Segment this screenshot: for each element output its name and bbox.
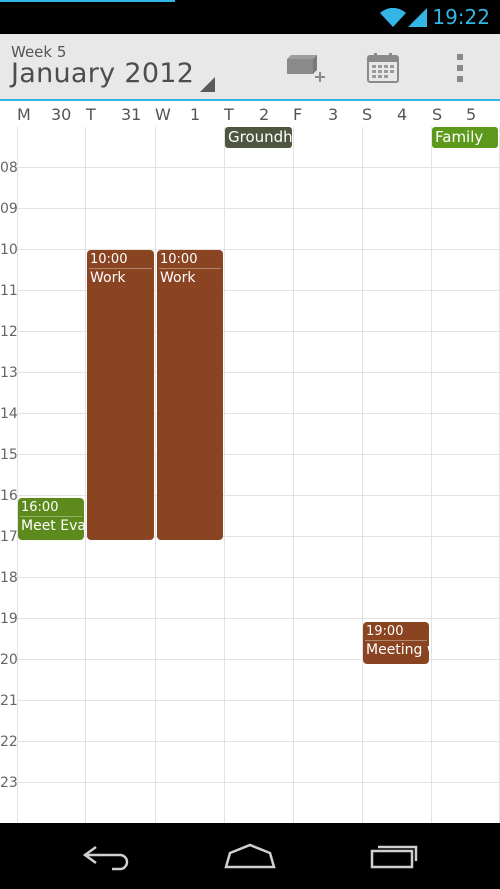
grid-column-line [224,127,225,823]
grid-column-line [431,127,432,823]
status-bar: 19:22 [0,0,500,34]
day-header-dow: T [86,105,96,124]
hour-label: 11 [0,283,18,299]
event-time: 16:00 [21,500,59,515]
hour-label: 13 [0,365,18,381]
hour-label: 14 [0,406,18,422]
day-header-date: 2 [259,105,270,124]
back-button[interactable] [82,841,132,875]
day-header-dow: W [155,105,171,124]
day-header-dow: S [362,105,373,124]
dropdown-caret-icon [200,77,215,92]
event-time: 19:00 [366,624,404,639]
recent-apps-icon [370,845,418,869]
grid-hour-line [17,167,500,168]
day-header-date: 30 [51,105,72,124]
hour-label: 22 [0,734,18,750]
event-block[interactable]: 10:00 Work [157,250,223,540]
event-title: Meet Eva [21,518,84,534]
calendar-icon [367,53,399,83]
overflow-menu-icon [457,54,463,82]
wifi-icon [380,7,406,32]
day-header-date: 4 [397,105,408,124]
back-icon [82,845,129,871]
hour-label: 09 [0,201,18,217]
all-day-event[interactable]: Groundh [225,127,292,148]
grid-column-line [155,127,156,823]
overflow-menu-button[interactable] [456,52,466,90]
day-header-date: 31 [121,105,142,124]
event-title: Meeting w [366,642,429,658]
grid-hour-line [17,782,500,783]
grid-hour-line [17,577,500,578]
hour-label: 17 [0,529,18,545]
event-block[interactable]: 10:00 Work [87,250,154,540]
status-time: 19:22 [432,5,490,29]
hour-label: 16 [0,488,18,504]
hour-label: 23 [0,775,18,791]
recent-apps-button[interactable] [368,841,420,875]
month-title: January 2012 [11,58,195,89]
grid-hour-line [17,741,500,742]
home-icon [224,843,276,869]
grid-hour-line [17,700,500,701]
hour-label: 10 [0,242,18,258]
hour-label: 08 [0,160,18,176]
event-title: Work [90,270,126,286]
grid-column-line [17,127,18,823]
all-day-event-title: Family [435,128,484,146]
home-button[interactable] [224,841,276,875]
hour-label: 15 [0,447,18,463]
signal-icon [408,8,428,32]
hour-label: 12 [0,324,18,340]
event-time: 10:00 [90,252,128,267]
day-header-dow: S [432,105,443,124]
all-day-event-title: Groundh [228,128,292,146]
new-event-icon [287,55,325,82]
grid-column-line [85,127,86,823]
event-block[interactable]: 16:00 Meet Eva [18,498,84,540]
hour-label: 18 [0,570,18,586]
day-header-row: M 30 T 31 W 1 T 2 F 3 S 4 S 5 [0,101,500,127]
event-block[interactable]: 19:00 Meeting w [363,622,429,664]
go-to-today-button[interactable] [366,52,400,88]
day-header-dow: F [293,105,303,124]
event-title: Work [160,270,196,286]
day-header-dow: T [224,105,234,124]
action-bar: Week 5 January 2012 [0,34,500,102]
new-event-button[interactable] [285,52,327,90]
navigation-bar [0,823,500,889]
grid-hour-line [17,618,500,619]
grid-column-line [362,127,363,823]
hour-label: 19 [0,611,18,627]
day-header-dow: M [17,105,31,124]
grid-hour-line [17,208,500,209]
grid-column-line [293,127,294,823]
day-header-date: 3 [328,105,339,124]
status-progress-line [0,0,175,2]
day-header-date: 5 [466,105,477,124]
event-time: 10:00 [160,252,198,267]
all-day-event[interactable]: Family [432,127,498,148]
hour-label: 20 [0,652,18,668]
day-header-date: 1 [190,105,201,124]
hour-label: 21 [0,693,18,709]
